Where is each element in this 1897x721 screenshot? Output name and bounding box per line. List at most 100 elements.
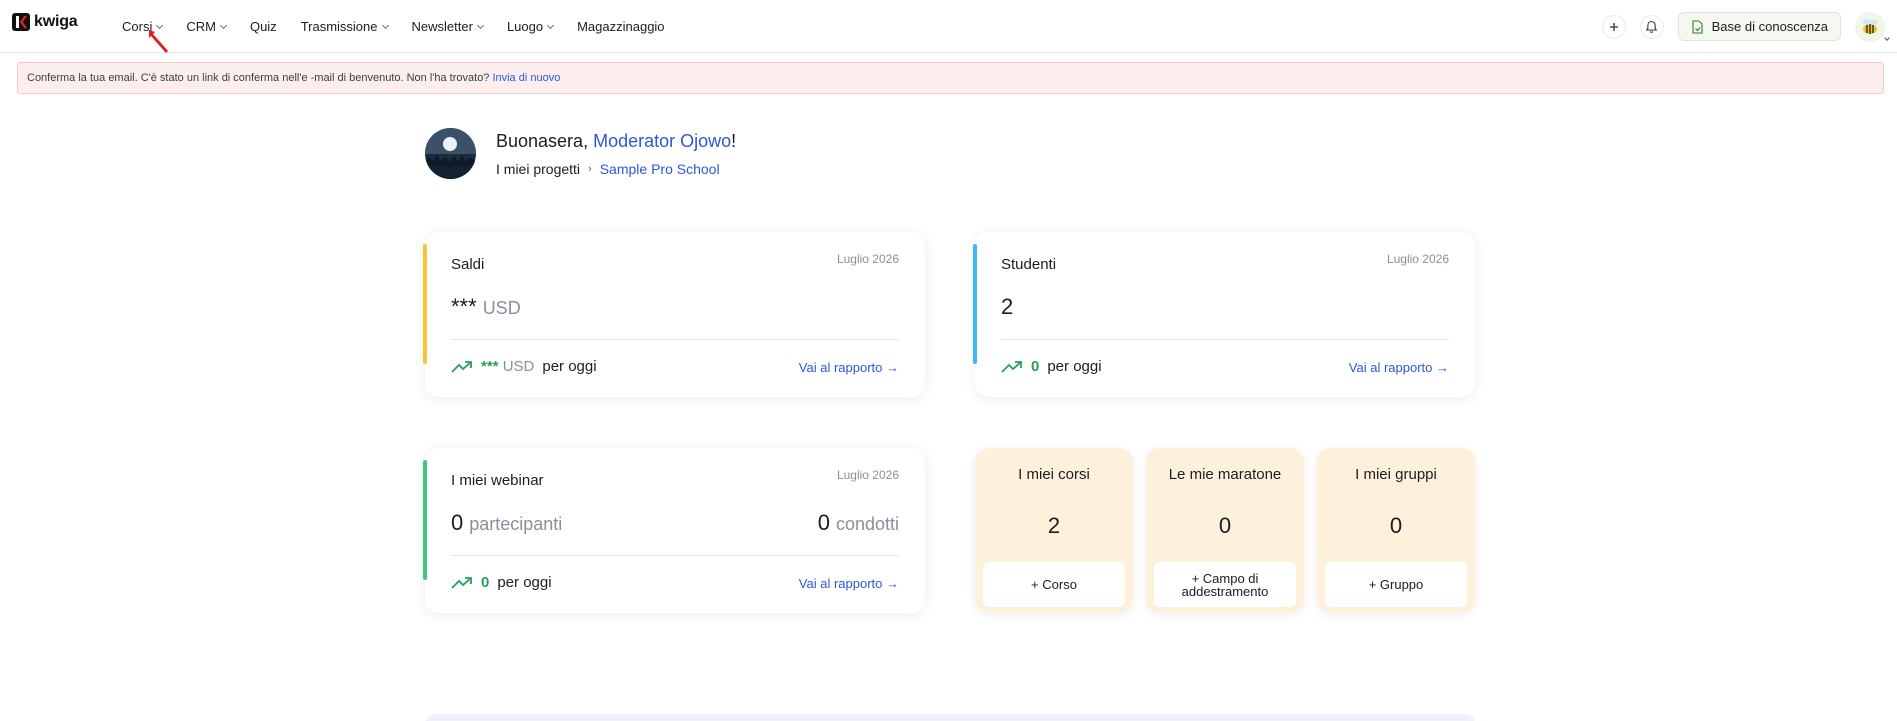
card-period: Luglio 2026 — [836, 468, 899, 482]
participants-count: 0 — [451, 510, 464, 535]
chevron-down-icon — [476, 21, 484, 29]
chevron-down-icon — [381, 21, 389, 29]
today-count: 0 — [481, 574, 490, 591]
today-stat: 0 per oggi — [451, 574, 552, 591]
tile-count: 0 — [1389, 513, 1403, 538]
add-group-button[interactable]: + Gruppo — [1325, 562, 1467, 607]
webinars-card: I miei webinar Luglio 2026 0 partecipanti… — [423, 448, 925, 613]
held-label: condotti — [835, 514, 899, 534]
greeting-heading: Buonasera, Moderator Ojowo! — [496, 131, 736, 152]
my-courses-tile: I miei corsi 2 + Corso — [975, 448, 1133, 613]
divider — [451, 555, 899, 556]
chevron-down-icon — [156, 21, 164, 29]
students-card: Studenti Luglio 2026 2 0 per oggi Vai al… — [973, 232, 1475, 397]
participants-label: partecipanti — [469, 514, 563, 534]
chevron-down-icon — [219, 21, 227, 29]
knowledge-base-label: Base di conoscenza — [1711, 19, 1828, 34]
notifications-button[interactable] — [1639, 14, 1664, 39]
resend-link[interactable]: Invia di nuovo — [492, 72, 560, 84]
knowledge-base-button[interactable]: Base di conoscenza — [1677, 12, 1841, 41]
nav-item-label: Newsletter — [411, 19, 473, 34]
balance-currency: USD — [482, 298, 521, 318]
students-count: 2 — [1001, 294, 1014, 319]
project-avatar — [425, 128, 476, 179]
go-to-report-link[interactable]: Vai al rapporto → — [799, 576, 899, 591]
red-arrow-cursor-icon — [149, 30, 168, 53]
chevron-down-icon — [547, 21, 555, 29]
nav-item-quiz[interactable]: Quiz — [250, 19, 277, 34]
trending-up-icon — [1001, 360, 1022, 373]
card-title: Studenti — [1001, 256, 1057, 273]
breadcrumb-current-school[interactable]: Sample Pro School — [600, 161, 720, 177]
email-confirmation-alert: Conferma la tua email. C'è stato un link… — [17, 62, 1884, 94]
card-period: Luglio 2026 — [836, 252, 899, 266]
held-stat: 0 condotti — [818, 510, 899, 536]
nav-item-luogo[interactable]: Luogo — [506, 19, 555, 34]
today-label: per oggi — [1047, 358, 1102, 375]
trending-up-icon — [451, 360, 472, 373]
go-to-report-link[interactable]: Vai al rapporto → — [1349, 360, 1449, 375]
held-count: 0 — [817, 510, 830, 535]
night-forest-avatar-icon — [425, 128, 476, 179]
brand-name: kwiga — [34, 13, 78, 30]
my-groups-tile: I miei gruppi 0 + Gruppo — [1317, 448, 1475, 613]
nav-item-label: Trasmissione — [300, 19, 378, 34]
card-period: Luglio 2026 — [1386, 252, 1449, 266]
divider — [451, 339, 899, 340]
participants-stat: 0 partecipanti — [451, 510, 562, 536]
next-section-edge — [425, 714, 1475, 721]
kwiga-logo[interactable]: kwiga — [12, 13, 78, 31]
my-marathons-tile: Le mie maratone 0 + Campo di addestramen… — [1146, 448, 1304, 613]
today-label: per oggi — [542, 358, 597, 375]
balance-amount: *** — [451, 294, 477, 319]
nav-item-crm[interactable]: CRM — [186, 19, 227, 34]
user-name-link[interactable]: Moderator Ojowo — [593, 131, 731, 151]
tile-count: 0 — [1218, 513, 1232, 538]
add-course-button[interactable]: + Corso — [983, 562, 1125, 607]
card-title: I miei webinar — [451, 472, 544, 489]
divider — [1001, 339, 1449, 340]
user-avatar-menu[interactable] — [1855, 11, 1890, 42]
go-to-report-link[interactable]: Vai al rapporto → — [799, 360, 899, 375]
tile-title: Le mie maratone — [1168, 466, 1282, 483]
today-stat: *** USD per oggi — [451, 358, 597, 375]
bell-icon — [1646, 20, 1658, 33]
breadcrumb: I miei progetti › Sample Pro School — [496, 161, 720, 177]
add-bootcamp-button[interactable]: + Campo di addestramento — [1154, 562, 1296, 607]
tile-count: 2 — [1047, 513, 1061, 538]
nav-item-label: Magazzinaggio — [577, 19, 665, 34]
plus-icon — [1609, 22, 1618, 31]
chevron-down-icon — [1884, 34, 1890, 41]
balance-value: *** USD — [451, 294, 521, 320]
today-stat: 0 per oggi — [1001, 358, 1102, 375]
tile-title: I miei gruppi — [1355, 466, 1437, 483]
bee-avatar-icon — [1863, 18, 1878, 34]
card-accent-stripe — [423, 244, 427, 364]
alert-text: Conferma la tua email. C'è stato un link… — [27, 72, 490, 84]
greeting-prefix: Buonasera, — [496, 131, 589, 151]
nav-item-magazzinaggio[interactable]: Magazzinaggio — [577, 19, 664, 34]
today-amount: *** — [481, 358, 499, 375]
nav-item-label: Luogo — [506, 19, 544, 34]
today-currency: USD — [502, 358, 535, 375]
today-count: 0 — [1031, 358, 1040, 375]
top-right-actions: Base di conoscenza — [1601, 0, 1897, 53]
kwiga-logo-icon — [12, 13, 30, 31]
chevron-right-icon: › — [588, 163, 592, 175]
card-title: Saldi — [451, 256, 485, 273]
document-icon — [1692, 19, 1703, 34]
card-accent-stripe — [973, 244, 977, 364]
nav-item-label: Quiz — [249, 19, 277, 34]
add-button[interactable] — [1601, 14, 1626, 39]
webinar-stats: 0 partecipanti 0 condotti — [451, 510, 899, 536]
tile-title: I miei corsi — [1018, 466, 1090, 483]
top-navigation-bar: kwiga Corsi CRM Quiz Trasmissione Newsle… — [0, 0, 1897, 53]
nav-item-trasmissione[interactable]: Trasmissione — [300, 19, 389, 34]
balance-card: Saldi Luglio 2026 *** USD *** USD per ogg… — [423, 232, 925, 397]
greeting-suffix: ! — [731, 131, 737, 151]
today-label: per oggi — [497, 574, 552, 591]
trending-up-icon — [451, 576, 472, 589]
nav-item-label: CRM — [186, 19, 216, 34]
nav-item-newsletter[interactable]: Newsletter — [411, 19, 484, 34]
breadcrumb-my-projects[interactable]: I miei progetti — [496, 161, 580, 177]
